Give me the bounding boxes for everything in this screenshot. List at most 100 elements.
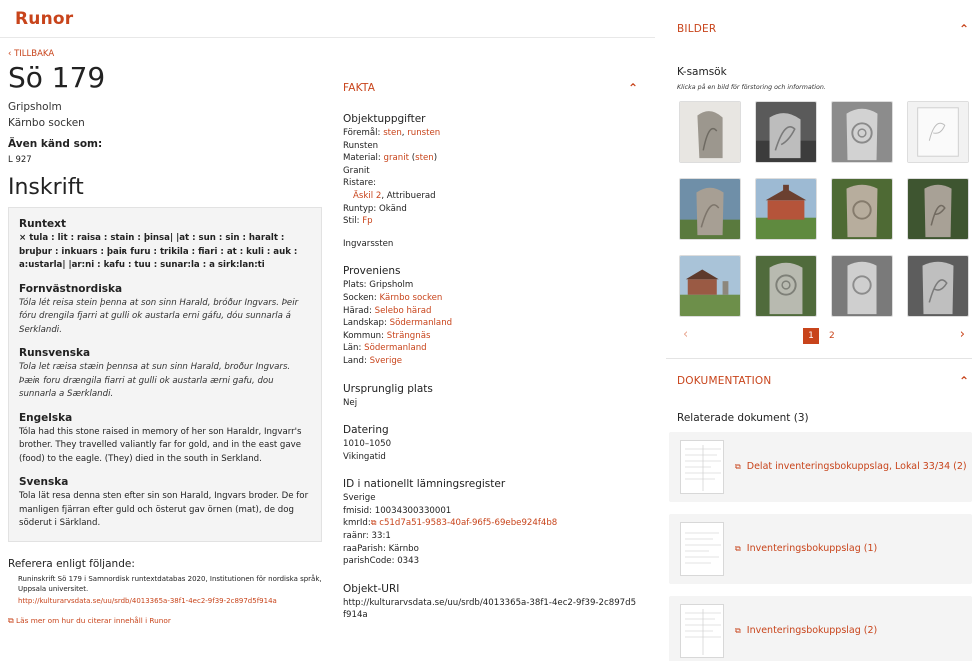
document-link[interactable]: ⧉ Delat inventeringsbokuppslag, Lokal 33… <box>735 461 967 472</box>
cite-url-link[interactable]: http://kulturarvsdata.se/uu/srdb/4013365… <box>8 596 328 606</box>
fakta-header[interactable]: FAKTA ⌃ <box>343 78 638 98</box>
external-link-icon: ⧉ <box>735 462 741 471</box>
engelska-title: Engelska <box>19 411 73 424</box>
cite-more-label[interactable]: Läs mer om hur du citerar innehåll i Run… <box>16 616 171 625</box>
harad-link[interactable]: Selebo härad <box>375 306 432 316</box>
document-link[interactable]: ⧉ Inventeringsbokuppslag (2) <box>735 625 877 636</box>
plats-line: Plats: Gripsholm <box>343 280 414 291</box>
document-thumbnail <box>680 440 724 494</box>
image-thumbnail[interactable] <box>907 178 969 240</box>
back-link[interactable]: ‹ TILLBAKA <box>8 49 54 59</box>
material-link-granit[interactable]: granit <box>384 153 409 163</box>
image-thumbnail[interactable] <box>755 101 817 163</box>
stil-link[interactable]: Fp <box>362 216 372 226</box>
socken-link[interactable]: Kärnbo socken <box>379 293 442 303</box>
image-grid <box>679 101 972 317</box>
material-link-sten[interactable]: sten <box>415 153 434 163</box>
ristare-label: Ristare: <box>343 178 376 189</box>
fakta-title: FAKTA <box>343 82 376 94</box>
parishcode-line: parishCode: 0343 <box>343 556 420 567</box>
material-line: Material: granit (sten) <box>343 153 438 164</box>
runsvenska-block: Runsvenska Tola let ræisa stæin þennsa a… <box>19 347 311 402</box>
bilder-header[interactable]: BILDER ⌃ <box>677 22 969 36</box>
chevron-left-icon[interactable]: ‹ <box>683 327 688 342</box>
proveniens-heading: Proveniens <box>343 265 401 278</box>
cite-more-link[interactable]: ⧉ Läs mer om hur du citerar innehåll i R… <box>8 616 328 626</box>
inskrift-heading: Inskrift <box>8 175 84 200</box>
foremal-link-runsten[interactable]: runsten <box>407 128 440 138</box>
ksamsok-hint: Klicka på en bild för förstoring och inf… <box>677 84 826 91</box>
ristare-rest: , Attribuerad <box>381 190 436 201</box>
fornvastnordiska-block: Fornvästnordiska Tóla lét reisa stein þe… <box>19 283 311 338</box>
landskap-link[interactable]: Södermanland <box>390 318 452 328</box>
datering-group: Datering 1010–1050 Vikingatid <box>343 423 638 463</box>
stil-label: Stil: <box>343 216 360 227</box>
runtext-block: Runtext × tula : lit : raisa : stain : þ… <box>19 218 311 273</box>
image-thumbnail[interactable] <box>907 101 969 163</box>
cite-heading: Referera enligt följande: <box>8 557 135 570</box>
image-thumbnail[interactable] <box>679 255 741 317</box>
document-card[interactable]: ⧉ Inventeringsbokuppslag (2) <box>669 596 972 661</box>
granit-line: Granit <box>343 165 370 176</box>
raaparish-line: raaParish: Kärnbo <box>343 543 419 554</box>
document-link-label[interactable]: Delat inventeringsbokuppslag, Lokal 33/3… <box>747 461 967 472</box>
chevron-right-icon[interactable]: › <box>960 327 965 342</box>
image-thumbnail[interactable] <box>907 255 969 317</box>
image-thumbnail[interactable] <box>679 101 741 163</box>
kmrid-link[interactable]: c51d7a51-9583-40af-96f5-69ebe924f4b8 <box>379 518 557 528</box>
document-link-label[interactable]: Inventeringsbokuppslag (1) <box>747 543 877 554</box>
foremal-link-sten[interactable]: sten <box>383 128 402 138</box>
kmrid-label: kmrId: <box>343 518 371 529</box>
land-link[interactable]: Sverige <box>370 356 403 366</box>
lan-label: Län: <box>343 343 362 354</box>
chevron-up-icon[interactable]: ⌃ <box>959 22 969 36</box>
datering-value: 1010–1050 <box>343 439 392 450</box>
site-header: Runor <box>0 0 655 38</box>
fornvastnordiska-text: Tóla lét reisa stein þenna at son sinn H… <box>19 297 299 335</box>
engelska-text: Tóla had this stone raised in memory of … <box>19 426 302 464</box>
document-card[interactable]: ⧉ Inventeringsbokuppslag (1) <box>669 514 972 584</box>
socken-line: Socken: Kärnbo socken <box>343 292 638 305</box>
image-thumbnail[interactable] <box>831 178 893 240</box>
document-link-label[interactable]: Inventeringsbokuppslag (2) <box>747 625 877 636</box>
runtext-title: Runtext <box>19 218 66 230</box>
svenska-title: Svenska <box>19 476 69 488</box>
image-pagination: ‹ 1 2 › <box>677 326 969 346</box>
divider <box>666 358 972 359</box>
objektuppgifter-group: Objektuppgifter Föremål: sten, runsten R… <box>343 112 638 250</box>
page-button-current[interactable]: 1 <box>803 328 819 344</box>
harad-line: Härad: Selebo härad <box>343 305 638 318</box>
image-thumbnail[interactable] <box>679 178 741 240</box>
uri-heading: Objekt-URI <box>343 582 400 595</box>
chevron-up-icon[interactable]: ⌃ <box>628 81 638 95</box>
fakta-panel: FAKTA ⌃ Objektuppgifter Föremål: sten, r… <box>343 78 638 622</box>
fmisid-line: fmisid: 10034300330001 <box>343 505 452 516</box>
lan-link[interactable]: Södermanland <box>364 343 426 353</box>
chevron-up-icon[interactable]: ⌃ <box>959 374 969 388</box>
image-thumbnail[interactable] <box>831 255 893 317</box>
proveniens-group: Proveniens Plats: Gripsholm Socken: Kärn… <box>343 264 638 367</box>
document-link[interactable]: ⧉ Inventeringsbokuppslag (1) <box>735 543 877 554</box>
ristare-link[interactable]: Äskil 2 <box>353 191 381 201</box>
uri-group: Objekt-URI http://kulturarvsdata.se/uu/s… <box>343 582 638 622</box>
aka-value: L 927 <box>8 155 32 165</box>
main-content: ‹ TILLBAKA Sö 179 Gripsholm Kärnbo socke… <box>8 48 328 626</box>
document-card[interactable]: ⧉ Delat inventeringsbokuppslag, Lokal 33… <box>669 432 972 502</box>
page-button[interactable]: 2 <box>829 328 835 344</box>
document-thumbnail <box>680 604 724 658</box>
aka-label: Även känd som: <box>8 138 103 150</box>
object-parish: Kärnbo socken <box>8 117 85 129</box>
id-heading: ID i nationellt lämningsregister <box>343 478 506 491</box>
image-thumbnail[interactable] <box>755 178 817 240</box>
site-logo[interactable]: Runor <box>15 9 73 29</box>
dokumentation-title: DOKUMENTATION <box>677 375 772 387</box>
uri-link[interactable]: http://kulturarvsdata.se/uu/srdb/4013365… <box>343 597 638 622</box>
right-sidebar: BILDER ⌃ K-samsök Klicka på en bild för … <box>666 0 972 661</box>
image-thumbnail[interactable] <box>831 101 893 163</box>
image-thumbnail[interactable] <box>755 255 817 317</box>
kommun-link[interactable]: Strängnäs <box>387 331 431 341</box>
harad-label: Härad: <box>343 305 372 316</box>
runsvenska-title: Runsvenska <box>19 347 91 359</box>
period-link[interactable]: Vikingatid <box>343 451 638 464</box>
dokumentation-header[interactable]: DOKUMENTATION ⌃ <box>677 374 969 388</box>
